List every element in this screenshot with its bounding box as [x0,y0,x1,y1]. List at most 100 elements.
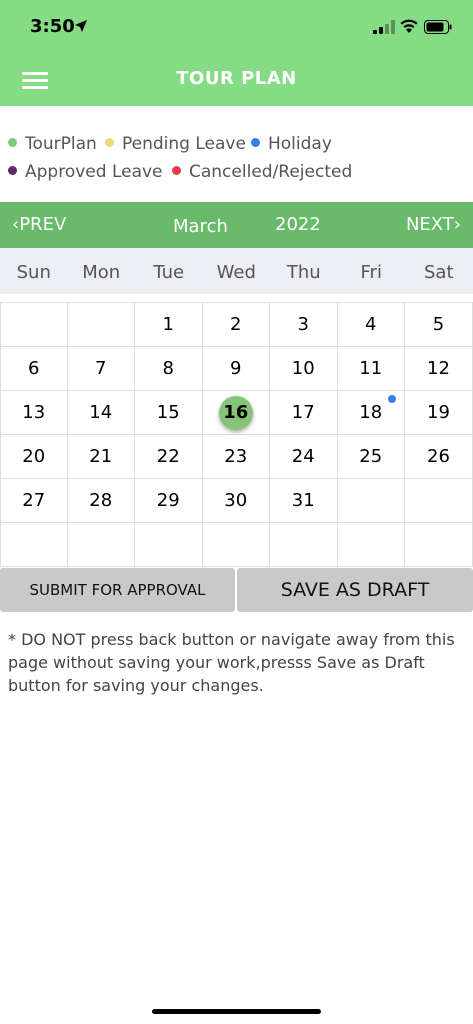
legend-cancelled-rejected: Cancelled/Rejected [172,162,352,182]
calendar-grid: 1 2 3 4 5 6 7 8 9 10 11 12 13 14 15 16 17 18 19 20 21 22 23 24 2… [0,302,473,567]
empty-day-cell [0,303,68,347]
cancelled-dot-icon [172,165,181,175]
empty-day-cell [0,523,68,567]
day-number: 2 [230,314,242,335]
legend-tourplan: TourPlan [8,134,97,154]
day-cell-16[interactable]: 16 [202,391,270,435]
day-cell-31[interactable]: 31 [270,479,338,523]
empty-day-cell [135,523,203,567]
weekday-wed: Wed [216,262,256,283]
weekday-sun: Sun [16,262,51,283]
day-number: 18 [359,402,383,423]
day-number: 13 [22,402,46,423]
day-number: 19 [427,402,450,423]
app-header: 3:50 TOUR PLAN [0,0,473,106]
day-cell-18[interactable]: 18 [337,391,405,435]
day-cell-14[interactable]: 14 [67,391,135,435]
empty-day-cell [202,523,270,567]
day-cell-28[interactable]: 28 [67,479,135,523]
day-number: 4 [365,314,377,335]
day-cell-6[interactable]: 6 [0,347,68,391]
approved-leave-dot-icon [8,165,17,175]
day-cell-1[interactable]: 1 [135,303,203,347]
status-time: 3:50 [30,16,75,37]
day-cell-5[interactable]: 5 [405,303,473,347]
weekday-sat: Sat [423,262,454,283]
day-cell-10[interactable]: 10 [270,347,338,391]
day-cell-12[interactable]: 12 [405,347,473,391]
empty-day-cell [270,523,338,567]
day-cell-11[interactable]: 11 [337,347,405,391]
day-cell-3[interactable]: 3 [270,303,338,347]
weekday-tue: Tue [153,262,185,283]
day-number: 29 [156,490,180,511]
day-number: 3 [297,314,309,335]
legend-approved-leave: Approved Leave [8,162,163,182]
day-number: 28 [89,490,113,511]
empty-day-cell [405,523,473,567]
day-cell-26[interactable]: 26 [405,435,473,479]
day-cell-9[interactable]: 9 [202,347,270,391]
year-label: 2022 [275,214,321,235]
warning-note: * DO NOT press back button or navigate a… [8,630,455,695]
day-number: 10 [291,358,315,379]
battery-icon [424,20,452,34]
day-cell-2[interactable]: 2 [202,303,270,347]
empty-day-cell [337,523,405,567]
prev-month-button[interactable]: ‹PREV [12,214,66,235]
day-cell-15[interactable]: 15 [135,391,203,435]
next-month-button[interactable]: NEXT› [406,214,461,235]
pending-leave-dot-icon [105,137,114,147]
day-cell-29[interactable]: 29 [135,479,203,523]
day-cell-4[interactable]: 4 [337,303,405,347]
day-number: 1 [162,314,174,335]
day-number: 17 [291,402,315,423]
day-number: 27 [22,490,46,511]
day-cell-23[interactable]: 23 [202,435,270,479]
save-as-draft-button[interactable]: SAVE AS DRAFT [237,568,473,612]
legend: TourPlan Pending Leave Holiday Approved … [0,106,473,202]
day-cell-17[interactable]: 17 [270,391,338,435]
weekday-header: Sun Mon Tue Wed Thu Fri Sat [0,248,473,294]
day-number: 25 [359,446,383,467]
submit-for-approval-button[interactable]: SUBMIT FOR APPROVAL [0,568,235,612]
day-number: 12 [427,358,450,379]
weekday-mon: Mon [82,262,121,283]
empty-day-cell [405,479,473,523]
month-label: March [173,216,228,237]
day-cell-22[interactable]: 22 [135,435,203,479]
day-cell-30[interactable]: 30 [202,479,270,523]
day-cell-20[interactable]: 20 [0,435,68,479]
day-cell-24[interactable]: 24 [270,435,338,479]
empty-day-cell [337,479,405,523]
weekday-fri: Fri [360,262,382,283]
day-number: 20 [22,446,46,467]
legend-holiday: Holiday [251,134,332,154]
day-cell-25[interactable]: 25 [337,435,405,479]
empty-day-cell [67,303,135,347]
day-cell-13[interactable]: 13 [0,391,68,435]
day-cell-27[interactable]: 27 [0,479,68,523]
day-number: 11 [359,358,383,379]
home-indicator [152,1009,321,1014]
day-cell-8[interactable]: 8 [135,347,203,391]
day-number: 24 [291,446,315,467]
day-number: 5 [432,314,445,335]
day-cell-19[interactable]: 19 [405,391,473,435]
day-cell-7[interactable]: 7 [67,347,135,391]
day-number: 6 [28,358,40,379]
cellular-signal-icon [373,20,395,34]
page-title: TOUR PLAN [176,68,297,89]
weekday-thu: Thu [286,262,321,283]
day-number: 9 [230,358,242,379]
legend-pending-leave: Pending Leave [105,134,246,154]
day-number: 16 [223,402,249,423]
holiday-dot-icon [251,137,260,147]
day-number: 31 [291,490,315,511]
day-cell-21[interactable]: 21 [67,435,135,479]
day-number: 22 [156,446,180,467]
day-number: 7 [95,358,107,379]
wifi-icon [400,19,418,33]
holiday-marker-icon [388,395,396,403]
day-number: 23 [224,446,248,467]
